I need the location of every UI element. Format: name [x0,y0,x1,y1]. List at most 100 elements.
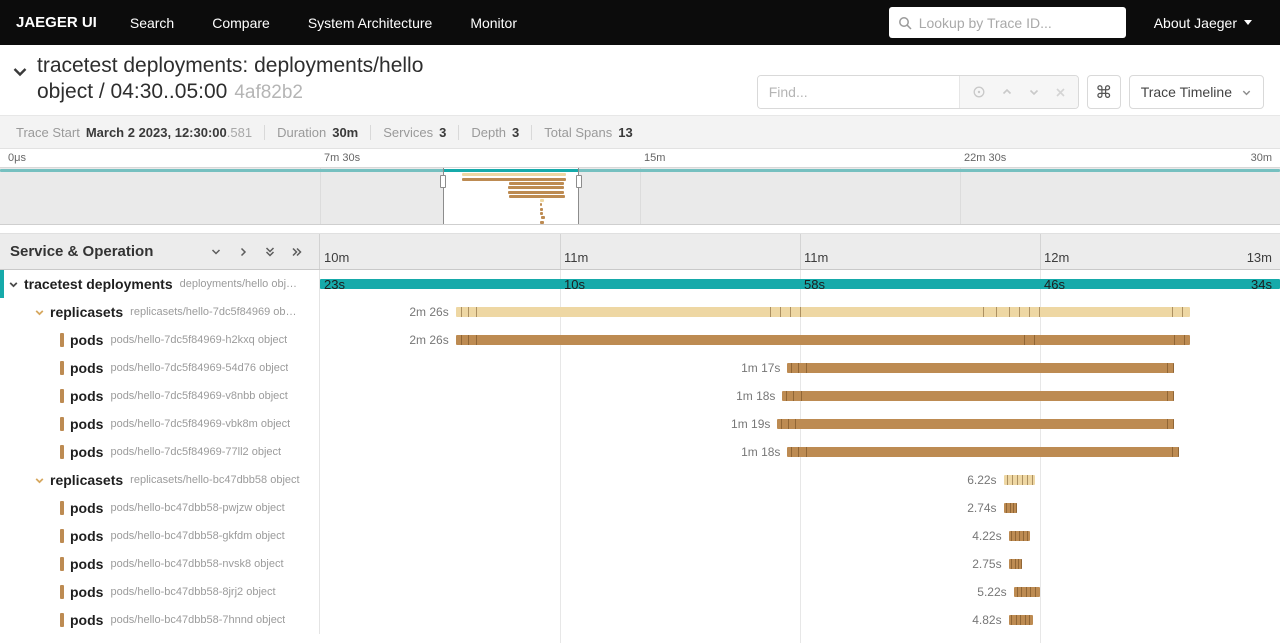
find-group [757,75,1079,109]
nav-item-monitor[interactable]: Monitor [451,15,536,31]
trace-id-search-input[interactable] [919,15,1117,31]
span-child-mark [806,447,807,457]
operation-name: pods/hello-bc47dbb58-nvsk8 object [110,558,283,570]
nav-item-compare[interactable]: Compare [193,15,289,31]
span-child-mark [1026,587,1027,597]
span-bar[interactable] [320,279,1280,289]
trace-collapse-toggle[interactable] [10,62,30,85]
span-row-label-cell[interactable]: podspods/hello-bc47dbb58-pwjzw object [0,494,320,522]
trace-view-selector[interactable]: Trace Timeline [1129,75,1264,109]
span-child-mark [1011,531,1012,541]
expand-chevron-down-icon[interactable] [8,279,19,290]
service-name: pods [70,360,103,376]
operation-name: pods/hello-bc47dbb58-gkfdm object [110,530,284,542]
span-bar[interactable] [1014,587,1040,597]
span-row-timeline-cell[interactable]: 4.22s [320,522,1280,550]
span-row-label-cell[interactable]: podspods/hello-7dc5f84969-54d76 object [0,354,320,382]
collapse-one-chevron-down-icon[interactable] [210,246,222,258]
timeline-ruler: 10m11m11m12m13m [320,234,1280,269]
span-row-label-cell[interactable]: podspods/hello-7dc5f84969-vbk8m object [0,410,320,438]
expand-all-double-chevron-right-icon[interactable] [291,246,303,258]
span-duration-label: 2m 26s [409,305,448,319]
focus-match-icon[interactable] [972,85,986,99]
span-child-mark [806,363,807,373]
clear-find-close-icon[interactable] [1055,87,1066,98]
span-bar[interactable] [1004,475,1035,485]
span-row-timeline-cell[interactable]: 2m 26s [320,326,1280,354]
span-row-label-cell[interactable]: podspods/hello-bc47dbb58-7hnnd object [0,606,320,634]
span-row-timeline-cell[interactable]: 1m 18s [320,382,1280,410]
span-color-chip [60,529,64,543]
span-row-timeline-cell[interactable]: 2.74s [320,494,1280,522]
span-row-label-cell[interactable]: podspods/hello-bc47dbb58-8jrj2 object [0,578,320,606]
span-bar[interactable] [777,419,1174,429]
span-row-timeline-cell[interactable]: 5.22s [320,578,1280,606]
span-row-timeline-cell[interactable] [320,270,1280,298]
span-row-label-cell[interactable]: podspods/hello-7dc5f84969-h2kxq object [0,326,320,354]
span-row-label-cell[interactable]: tracetest deploymentsdeployments/hello o… [0,270,320,298]
ruler-tick-minutes: 11m [804,250,828,265]
span-child-mark [791,363,792,373]
minimap-canvas[interactable] [0,167,1280,225]
expand-chevron-down-icon[interactable] [34,475,45,486]
span-row-timeline-cell[interactable]: 2.75s [320,550,1280,578]
span-child-mark [790,307,791,317]
expand-one-chevron-right-icon[interactable] [237,246,249,258]
span-row-label-cell[interactable]: podspods/hello-7dc5f84969-77ll2 object [0,438,320,466]
minimap-axis-label: 0μs [8,152,26,164]
span-child-mark [793,391,794,401]
collapse-all-double-chevron-down-icon[interactable] [264,246,276,258]
span-child-mark [1011,559,1012,569]
app-brand[interactable]: JAEGER UI [16,14,97,31]
top-navbar: JAEGER UI SearchCompareSystem Architectu… [0,0,1280,45]
span-row-timeline-cell[interactable]: 1m 18s [320,438,1280,466]
span-child-mark [1167,363,1168,373]
minimap-viewport-right-handle[interactable] [576,175,582,188]
span-row-label-cell[interactable]: pods pods/hello-bc47dbb58-gkfdm object [0,522,320,550]
span-row-timeline-cell[interactable]: 1m 19s [320,410,1280,438]
span-bar[interactable] [456,307,1190,317]
minimap-viewport-left-handle[interactable] [440,175,446,188]
span-color-chip [60,445,64,459]
trace-id-search-box[interactable] [889,7,1126,38]
nav-item-system-architecture[interactable]: System Architecture [289,15,452,31]
summary-item-depth: Depth3 [459,125,532,140]
summary-item-duration: Duration30m [265,125,371,140]
span-bar[interactable] [787,363,1174,373]
ruler-tick-seconds: 46s [1044,277,1065,292]
expand-chevron-down-icon[interactable] [34,307,45,318]
keyboard-shortcuts-button[interactable]: ⌘ [1087,75,1121,109]
ruler-tick-seconds: 58s [804,277,825,292]
minimap-scrim-right[interactable] [579,168,1280,224]
span-row-timeline-cell[interactable]: 6.22s [320,466,1280,494]
trace-summary-bar: Trace StartMarch 2 2023, 12:30:00.581Dur… [0,115,1280,149]
find-input[interactable] [758,76,959,108]
prev-result-chevron-up-icon[interactable] [1001,86,1013,98]
nav-item-search[interactable]: Search [111,15,193,31]
span-row-label-cell[interactable]: replicasetsreplicasets/hello-7dc5f84969 … [0,298,320,326]
about-jaeger-menu[interactable]: About Jaeger [1154,15,1252,31]
span-child-mark [1012,475,1013,485]
span-bar[interactable] [456,335,1190,345]
span-bar[interactable] [1009,531,1030,541]
span-row-timeline-cell[interactable]: 2m 26s [320,298,1280,326]
service-name: pods [70,528,103,544]
span-bar[interactable] [1004,503,1018,513]
next-result-chevron-down-icon[interactable] [1028,86,1040,98]
span-bar[interactable] [782,391,1174,401]
minimap-axis-label: 15m [644,152,665,164]
service-name: pods [70,332,103,348]
span-bar[interactable] [1009,559,1023,569]
ruler-tick-seconds: 10s [564,277,585,292]
minimap-span-bar [509,182,564,185]
span-bar[interactable] [787,447,1179,457]
row-accent [0,270,4,298]
span-color-chip [60,417,64,431]
span-row-timeline-cell[interactable]: 4.82s [320,606,1280,634]
span-row-label-cell[interactable]: podspods/hello-7dc5f84969-v8nbb object [0,382,320,410]
span-bar[interactable] [1009,615,1033,625]
span-row-label-cell[interactable]: replicasetsreplicasets/hello-bc47dbb58 o… [0,466,320,494]
span-row-timeline-cell[interactable]: 1m 17s [320,354,1280,382]
minimap-scrim-left[interactable] [0,168,443,224]
span-row-label-cell[interactable]: podspods/hello-bc47dbb58-nvsk8 object [0,550,320,578]
